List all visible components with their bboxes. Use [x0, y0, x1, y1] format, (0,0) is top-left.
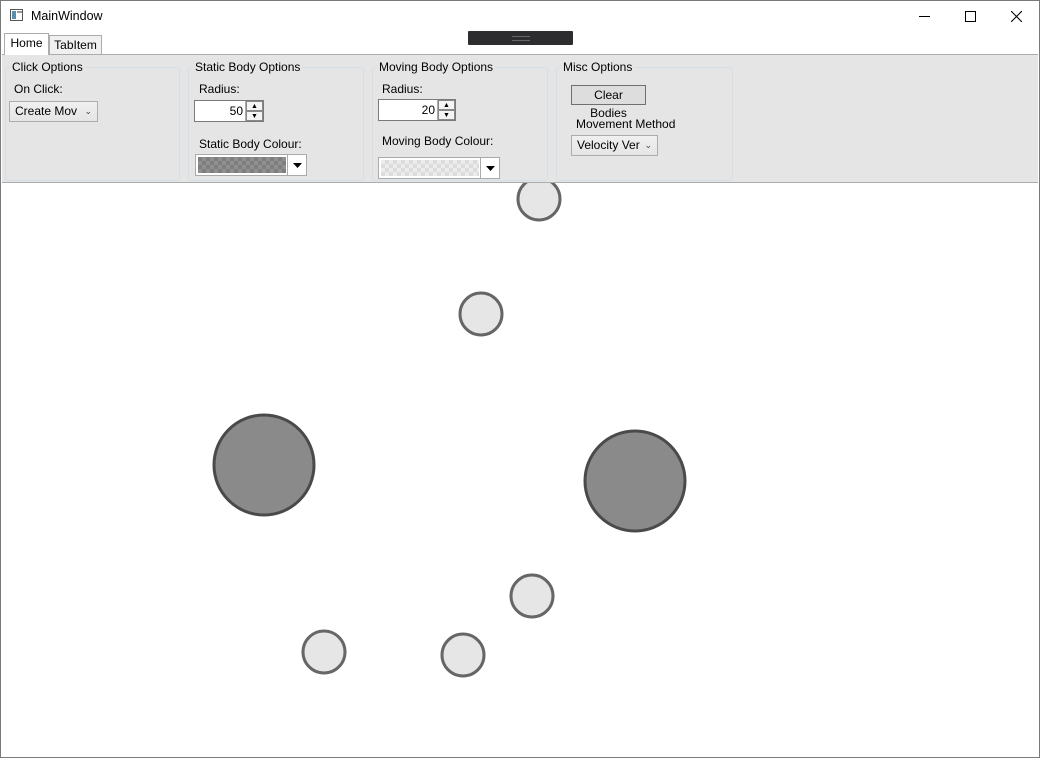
moving-colour-label: Moving Body Colour:	[382, 134, 494, 148]
static-radius-value: 50	[229, 104, 243, 118]
static-body	[583, 429, 687, 533]
moving-radius-value: 20	[421, 103, 435, 117]
bodies-layer	[212, 183, 687, 678]
moving-body	[301, 629, 347, 675]
simulation-canvas[interactable]	[2, 183, 1038, 756]
static-colour-picker[interactable]	[195, 154, 307, 176]
moving-body	[509, 573, 555, 619]
spin-up-button[interactable]: ▲	[246, 101, 263, 111]
triangle-up-icon: ▲	[443, 101, 450, 109]
moving-body-options-header: Moving Body Options	[377, 60, 496, 74]
spin-down-button[interactable]: ▼	[438, 110, 455, 120]
static-colour-dropdown-button[interactable]	[287, 155, 306, 175]
static-radius-spinner: ▲ ▼	[245, 101, 263, 121]
static-body	[212, 413, 316, 517]
tab-home[interactable]: Home	[4, 33, 49, 55]
maximize-icon	[964, 10, 976, 22]
static-body-options-header: Static Body Options	[193, 60, 303, 74]
dropdown-arrow-icon	[485, 165, 495, 171]
misc-options-header: Misc Options	[561, 60, 635, 74]
chevron-down-icon: ⌄	[644, 140, 652, 150]
spin-down-button[interactable]: ▼	[246, 111, 263, 121]
close-icon	[1010, 10, 1022, 22]
moving-body	[516, 183, 562, 222]
options-panel: Click Options On Click: Create Mov ⌄ Sta…	[2, 54, 1038, 183]
tab-tabitem[interactable]: TabItem	[49, 35, 102, 55]
movement-method-label: Movement Method	[576, 117, 676, 131]
moving-body	[440, 632, 486, 678]
movement-method-value: Velocity Ver	[577, 138, 640, 152]
click-options-header: Click Options	[10, 60, 85, 74]
window-title: MainWindow	[31, 9, 103, 23]
chevron-down-icon: ⌄	[84, 106, 92, 116]
triangle-up-icon: ▲	[251, 102, 258, 110]
app-icon	[10, 9, 23, 21]
triangle-down-icon: ▼	[251, 112, 258, 120]
maximize-button[interactable]	[947, 1, 993, 31]
moving-radius-spinner: ▲ ▼	[437, 100, 455, 120]
debug-toolbar[interactable]	[468, 31, 573, 45]
main-window: MainWindow Home TabItem Click Options On…	[0, 0, 1040, 758]
minimize-button[interactable]	[901, 1, 947, 31]
static-colour-label: Static Body Colour:	[199, 137, 302, 151]
static-colour-swatch	[198, 157, 286, 173]
moving-body-options-group: Moving Body Options Radius: 20 ▲ ▼ Movin…	[372, 61, 548, 181]
moving-colour-dropdown-button[interactable]	[480, 158, 499, 178]
clear-bodies-button[interactable]: Clear Bodies	[571, 85, 646, 120]
title-bar[interactable]: MainWindow	[1, 1, 1039, 32]
on-click-dropdown[interactable]: Create Mov ⌄	[9, 101, 98, 122]
moving-colour-swatch	[381, 160, 479, 176]
static-radius-input[interactable]: 50 ▲ ▼	[194, 100, 264, 122]
static-radius-label: Radius:	[199, 82, 240, 96]
on-click-value: Create Mov	[15, 104, 78, 118]
minimize-icon	[918, 15, 930, 17]
moving-colour-picker[interactable]	[378, 157, 500, 179]
moving-radius-input[interactable]: 20 ▲ ▼	[378, 99, 456, 121]
dropdown-arrow-icon	[292, 162, 302, 168]
on-click-label: On Click:	[14, 82, 63, 96]
movement-method-dropdown[interactable]: Velocity Ver ⌄	[571, 135, 658, 156]
moving-body	[458, 291, 504, 337]
triangle-down-icon: ▼	[443, 111, 450, 119]
spin-up-button[interactable]: ▲	[438, 100, 455, 110]
close-button[interactable]	[993, 1, 1039, 31]
click-options-group: Click Options On Click: Create Mov ⌄	[5, 61, 180, 181]
moving-radius-label: Radius:	[382, 82, 423, 96]
static-body-options-group: Static Body Options Radius: 50 ▲ ▼ Stati…	[188, 61, 364, 181]
misc-options-group: Misc Options Clear Bodies Movement Metho…	[556, 61, 733, 181]
